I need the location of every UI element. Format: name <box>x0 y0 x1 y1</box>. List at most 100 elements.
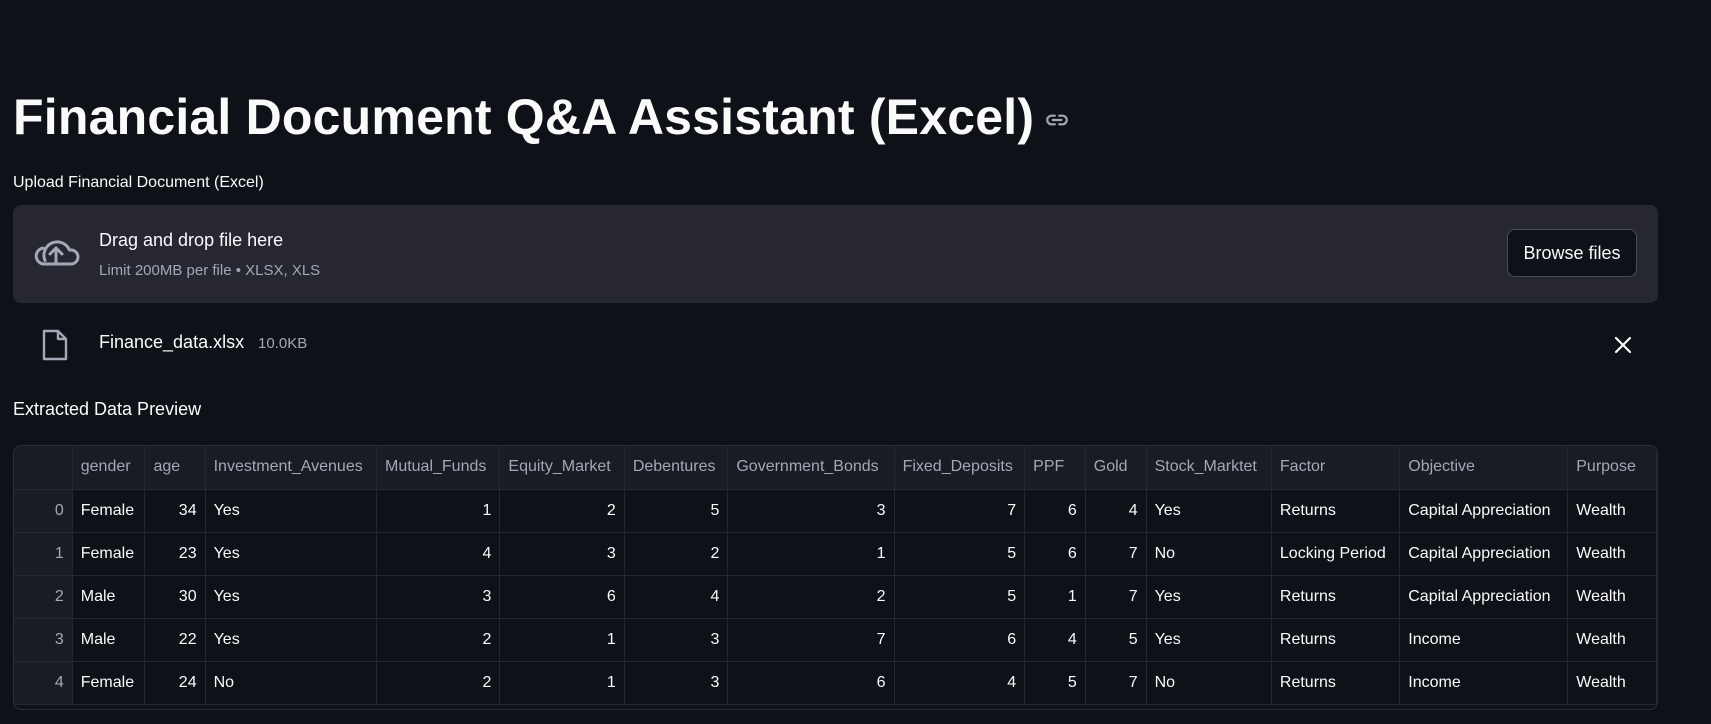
table-cell[interactable]: Male <box>72 618 146 662</box>
row-index[interactable]: 2 <box>14 575 73 619</box>
table-cell[interactable]: Capital Appreciation <box>1399 489 1569 533</box>
dataframe: gender age Investment_Avenues Mutual_Funds E… <box>14 446 1657 705</box>
table-cell[interactable]: 3 <box>624 618 729 662</box>
table-cell[interactable]: No <box>205 661 377 705</box>
column-header[interactable]: Objective <box>1399 446 1569 490</box>
table-cell[interactable]: Female <box>72 532 146 576</box>
cloud-upload-icon <box>32 232 80 272</box>
table-cell[interactable]: 2 <box>499 489 625 533</box>
column-header[interactable]: Fixed_Deposits <box>894 446 1026 490</box>
table-cell[interactable]: 4 <box>894 661 1026 705</box>
column-header[interactable]: Stock_Marktet <box>1146 446 1272 490</box>
table-cell[interactable]: Income <box>1399 618 1569 662</box>
table-cell[interactable]: Wealth <box>1567 575 1657 619</box>
row-index[interactable]: 3 <box>14 618 73 662</box>
table-cell[interactable]: Male <box>72 575 146 619</box>
table-cell[interactable]: 1 <box>499 661 625 705</box>
row-index[interactable]: 1 <box>14 532 73 576</box>
table-cell[interactable]: Income <box>1399 661 1569 705</box>
table-cell[interactable]: 3 <box>727 489 895 533</box>
table-cell[interactable]: 7 <box>1085 575 1147 619</box>
table-cell[interactable]: Returns <box>1271 661 1401 705</box>
table-cell[interactable]: 6 <box>1024 532 1086 576</box>
table-cell[interactable]: No <box>1146 532 1272 576</box>
table-cell[interactable]: 23 <box>144 532 206 576</box>
table-cell[interactable]: 1 <box>727 532 895 576</box>
column-header[interactable]: Investment_Avenues <box>205 446 377 490</box>
table-cell[interactable]: Returns <box>1271 575 1401 619</box>
table-cell[interactable]: Yes <box>205 532 377 576</box>
table-cell[interactable]: Female <box>72 489 146 533</box>
table-cell[interactable]: 30 <box>144 575 206 619</box>
table-cell[interactable]: 5 <box>1085 618 1147 662</box>
table-cell[interactable]: 7 <box>894 489 1026 533</box>
table-cell[interactable]: 7 <box>1085 532 1147 576</box>
table-cell[interactable]: Female <box>72 661 146 705</box>
column-header[interactable]: Debentures <box>624 446 729 490</box>
table-cell[interactable]: Wealth <box>1567 618 1657 662</box>
table-cell[interactable]: 2 <box>624 532 729 576</box>
table-cell[interactable]: 2 <box>376 661 501 705</box>
table-cell[interactable]: 1 <box>499 618 625 662</box>
table-row: 1 Female 23 Yes 4 3 2 1 5 6 7 No Locking Period Capit… <box>14 532 1657 576</box>
column-header[interactable]: Mutual_Funds <box>376 446 501 490</box>
table-cell[interactable]: Yes <box>1146 575 1272 619</box>
table-cell[interactable]: 5 <box>1024 661 1086 705</box>
table-cell[interactable]: 4 <box>376 532 501 576</box>
table-cell[interactable]: 5 <box>894 575 1026 619</box>
table-cell[interactable]: Yes <box>1146 618 1272 662</box>
table-cell[interactable]: 4 <box>1024 618 1086 662</box>
table-cell[interactable]: Capital Appreciation <box>1399 575 1569 619</box>
table-cell[interactable]: Returns <box>1271 618 1401 662</box>
table-cell[interactable]: Wealth <box>1567 532 1657 576</box>
column-header[interactable]: Equity_Market <box>499 446 625 490</box>
table-row: 0 Female 34 Yes 1 2 5 3 7 6 4 Yes Returns Capital App… <box>14 489 1657 533</box>
table-cell[interactable]: Yes <box>205 489 377 533</box>
table-cell[interactable]: Locking Period <box>1271 532 1401 576</box>
close-icon[interactable] <box>1610 332 1636 358</box>
table-cell[interactable]: 3 <box>376 575 501 619</box>
table-cell[interactable]: 1 <box>1024 575 1086 619</box>
column-header[interactable]: Factor <box>1271 446 1401 490</box>
table-cell[interactable]: 6 <box>727 661 895 705</box>
column-header[interactable]: gender <box>72 446 146 490</box>
row-index[interactable]: 0 <box>14 489 73 533</box>
table-cell[interactable]: 2 <box>376 618 501 662</box>
table-cell[interactable]: 7 <box>1085 661 1147 705</box>
table-cell[interactable]: No <box>1146 661 1272 705</box>
table-cell[interactable]: 6 <box>499 575 625 619</box>
table-cell[interactable]: 5 <box>624 489 729 533</box>
table-cell[interactable]: Wealth <box>1567 661 1657 705</box>
index-header[interactable] <box>14 446 73 490</box>
table-cell[interactable]: Yes <box>205 618 377 662</box>
column-header[interactable]: PPF <box>1024 446 1086 490</box>
row-index[interactable]: 4 <box>14 661 73 705</box>
column-header[interactable]: Purpose <box>1567 446 1657 490</box>
table-cell[interactable]: 22 <box>144 618 206 662</box>
uploaded-file-name: Finance_data.xlsx <box>99 332 245 352</box>
column-header[interactable]: age <box>144 446 206 490</box>
column-header[interactable]: Government_Bonds <box>727 446 895 490</box>
table-cell[interactable]: 34 <box>144 489 206 533</box>
table-cell[interactable]: 3 <box>624 661 729 705</box>
column-header[interactable]: Gold <box>1085 446 1147 490</box>
table-cell[interactable]: 3 <box>499 532 625 576</box>
file-dropzone[interactable]: Drag and drop file here Limit 200MB per … <box>13 205 1658 303</box>
table-cell[interactable]: 6 <box>894 618 1026 662</box>
link-icon[interactable] <box>1044 107 1070 133</box>
data-preview-table[interactable]: gender age Investment_Avenues Mutual_Funds E… <box>13 445 1658 710</box>
table-cell[interactable]: 6 <box>1024 489 1086 533</box>
table-cell[interactable]: Returns <box>1271 489 1401 533</box>
table-cell[interactable]: Yes <box>205 575 377 619</box>
table-cell[interactable]: 24 <box>144 661 206 705</box>
table-cell[interactable]: 4 <box>1085 489 1147 533</box>
table-cell[interactable]: 7 <box>727 618 895 662</box>
table-cell[interactable]: 2 <box>727 575 895 619</box>
table-cell[interactable]: 5 <box>894 532 1026 576</box>
browse-files-button[interactable]: Browse files <box>1507 229 1637 277</box>
table-cell[interactable]: Yes <box>1146 489 1272 533</box>
table-cell[interactable]: 4 <box>624 575 729 619</box>
table-cell[interactable]: Wealth <box>1567 489 1657 533</box>
table-cell[interactable]: Capital Appreciation <box>1399 532 1569 576</box>
table-cell[interactable]: 1 <box>376 489 501 533</box>
